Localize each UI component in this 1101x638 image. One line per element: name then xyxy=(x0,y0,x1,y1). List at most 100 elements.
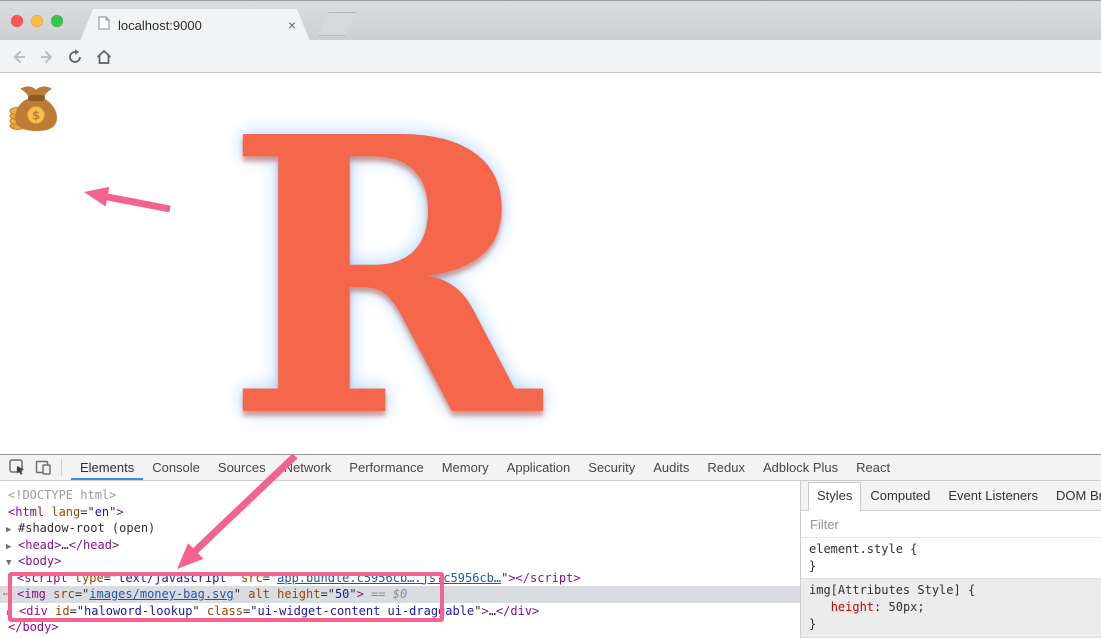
code-token: #shadow-root (open) xyxy=(18,521,155,535)
styles-pane-tab-dom-break[interactable]: DOM Break xyxy=(1047,483,1101,510)
code-token: class xyxy=(200,604,243,618)
code-token: <html xyxy=(8,505,44,519)
code-token: <head> xyxy=(18,538,61,552)
devtools-tab-react[interactable]: React xyxy=(847,455,899,480)
code-token: =" xyxy=(243,604,257,618)
styles-pane-tab-event-listeners[interactable]: Event Listeners xyxy=(939,483,1047,510)
elements-tree-line[interactable]: ▶#shadow-root (open) xyxy=(0,520,800,537)
styles-pane-tab-styles[interactable]: Styles xyxy=(808,482,861,511)
code-token: : 50px; xyxy=(874,600,925,614)
device-toolbar-icon[interactable] xyxy=(35,459,52,476)
elements-tree-line[interactable]: …<img src="images/money-bag.svg" alt hei… xyxy=(0,586,800,603)
code-token: en xyxy=(95,505,109,519)
code-token: … xyxy=(61,538,68,552)
home-button[interactable] xyxy=(93,46,115,68)
styles-sections: element.style {}img[Attributes Style] { … xyxy=(801,538,1101,638)
annotation-arrow-to-money-bag xyxy=(78,178,178,220)
browser-tab[interactable]: localhost:9000 × xyxy=(80,9,310,41)
elements-tree-line[interactable]: ▶<div id="haloword-lookup" class="ui-wid… xyxy=(0,603,800,620)
code-token: > xyxy=(481,604,488,618)
code-token: <body> xyxy=(18,554,61,568)
style-rule-line[interactable]: } xyxy=(809,616,1093,633)
forward-button[interactable] xyxy=(36,46,58,68)
code-token: src xyxy=(46,587,75,601)
code-token: ></script> xyxy=(508,571,580,585)
browser-toolbar: localhost:9000 FA●2js♻ABPexM?✳T xyxy=(0,40,1101,73)
code-token: ui-widget-content ui-draggable xyxy=(257,604,474,618)
zoom-window-button[interactable] xyxy=(51,15,63,27)
style-rule-line[interactable]: img[Attributes Style] { xyxy=(809,582,1093,599)
code-token: type xyxy=(68,571,104,585)
devtools-tab-sources[interactable]: Sources xyxy=(209,455,275,480)
devtools-tab-audits[interactable]: Audits xyxy=(644,455,698,480)
inspect-element-icon[interactable] xyxy=(9,459,26,476)
devtools-tab-network[interactable]: Network xyxy=(275,455,341,480)
code-token: <div xyxy=(19,604,48,618)
code-token: } xyxy=(809,617,816,631)
code-token: } xyxy=(809,559,816,573)
devtools-tab-application[interactable]: Application xyxy=(498,455,580,480)
elements-tree-line[interactable]: </body> xyxy=(0,619,800,636)
code-token: images/money-bag.svg xyxy=(89,587,234,601)
code-token: </body> xyxy=(8,620,59,634)
code-token: lang xyxy=(44,505,80,519)
code-token: == $0 xyxy=(364,587,407,601)
devtools-body: <!DOCTYPE html><html lang="en">▶#shadow-… xyxy=(0,481,1101,638)
style-rule-line[interactable]: height: 50px; xyxy=(809,599,1093,616)
code-token: > xyxy=(357,587,364,601)
devtools-tab-performance[interactable]: Performance xyxy=(340,455,432,480)
styles-filter-input[interactable]: Filter xyxy=(801,511,1101,538)
devtools-tab-redux[interactable]: Redux xyxy=(698,455,754,480)
svg-text:$: $ xyxy=(32,109,40,123)
code-token: <!DOCTYPE html> xyxy=(8,488,116,502)
devtools-tab-memory[interactable]: Memory xyxy=(433,455,498,480)
code-token: " xyxy=(234,587,241,601)
code-token: src xyxy=(234,571,263,585)
code-token: " xyxy=(349,587,356,601)
elements-tree-line[interactable]: ▶<head>…</head> xyxy=(0,537,800,554)
code-token: img[Attributes Style] { xyxy=(809,583,975,597)
toolbar-divider xyxy=(61,459,62,476)
reload-button[interactable] xyxy=(64,46,86,68)
letter-r-image: R xyxy=(225,88,541,468)
devtools-tab-adblock-plus[interactable]: Adblock Plus xyxy=(754,455,847,480)
code-token: height xyxy=(270,587,321,601)
code-token: </div> xyxy=(496,604,539,618)
styles-pane-tab-computed[interactable]: Computed xyxy=(861,483,939,510)
elements-tree-line[interactable]: <html lang="en"> xyxy=(0,504,800,521)
close-window-button[interactable] xyxy=(11,15,23,27)
styles-pane-tabs: StylesComputedEvent ListenersDOM Break xyxy=(801,481,1101,511)
style-rule-line[interactable]: } xyxy=(809,558,1093,575)
styles-sidebar: StylesComputedEvent ListenersDOM Break F… xyxy=(800,481,1101,638)
code-token: 50 xyxy=(335,587,349,601)
minimize-window-button[interactable] xyxy=(31,15,43,27)
overflow-gutter-icon[interactable]: … xyxy=(3,583,9,600)
code-token: =" xyxy=(320,587,334,601)
devtools-toolbar: ElementsConsoleSourcesNetworkPerformance… xyxy=(0,455,1101,481)
code-token: =" xyxy=(104,571,118,585)
new-tab-button[interactable] xyxy=(318,12,356,36)
code-token: <img xyxy=(17,587,46,601)
code-token: … xyxy=(489,604,496,618)
devtools-tab-security[interactable]: Security xyxy=(579,455,644,480)
code-token: text/javascript xyxy=(118,571,226,585)
style-rule-line[interactable]: element.style { xyxy=(809,541,1093,558)
code-token: > xyxy=(116,505,123,519)
tab-strip: localhost:9000 × xyxy=(0,0,1101,40)
code-token: " xyxy=(227,571,234,585)
elements-tree-line[interactable]: ▼<body> xyxy=(0,553,800,570)
style-rule-section: element.style {} xyxy=(801,538,1101,579)
code-token: <script xyxy=(17,571,68,585)
page-favicon-icon xyxy=(98,16,110,35)
elements-tree-line[interactable]: <!DOCTYPE html> xyxy=(0,487,800,504)
code-token: haloword-lookup xyxy=(84,604,192,618)
elements-tree-line[interactable]: <script type="text/javascript" src="app.… xyxy=(0,570,800,587)
devtools-tab-elements[interactable]: Elements xyxy=(71,455,143,480)
devtools-tab-console[interactable]: Console xyxy=(143,455,209,480)
code-token: height xyxy=(831,600,874,614)
style-rule-section: img[Attributes Style] { height: 50px;} xyxy=(801,579,1101,638)
code-token: =" xyxy=(75,587,89,601)
tab-close-icon[interactable]: × xyxy=(288,18,296,32)
back-button[interactable] xyxy=(8,46,30,68)
devtools-tabs: ElementsConsoleSourcesNetworkPerformance… xyxy=(71,455,899,480)
